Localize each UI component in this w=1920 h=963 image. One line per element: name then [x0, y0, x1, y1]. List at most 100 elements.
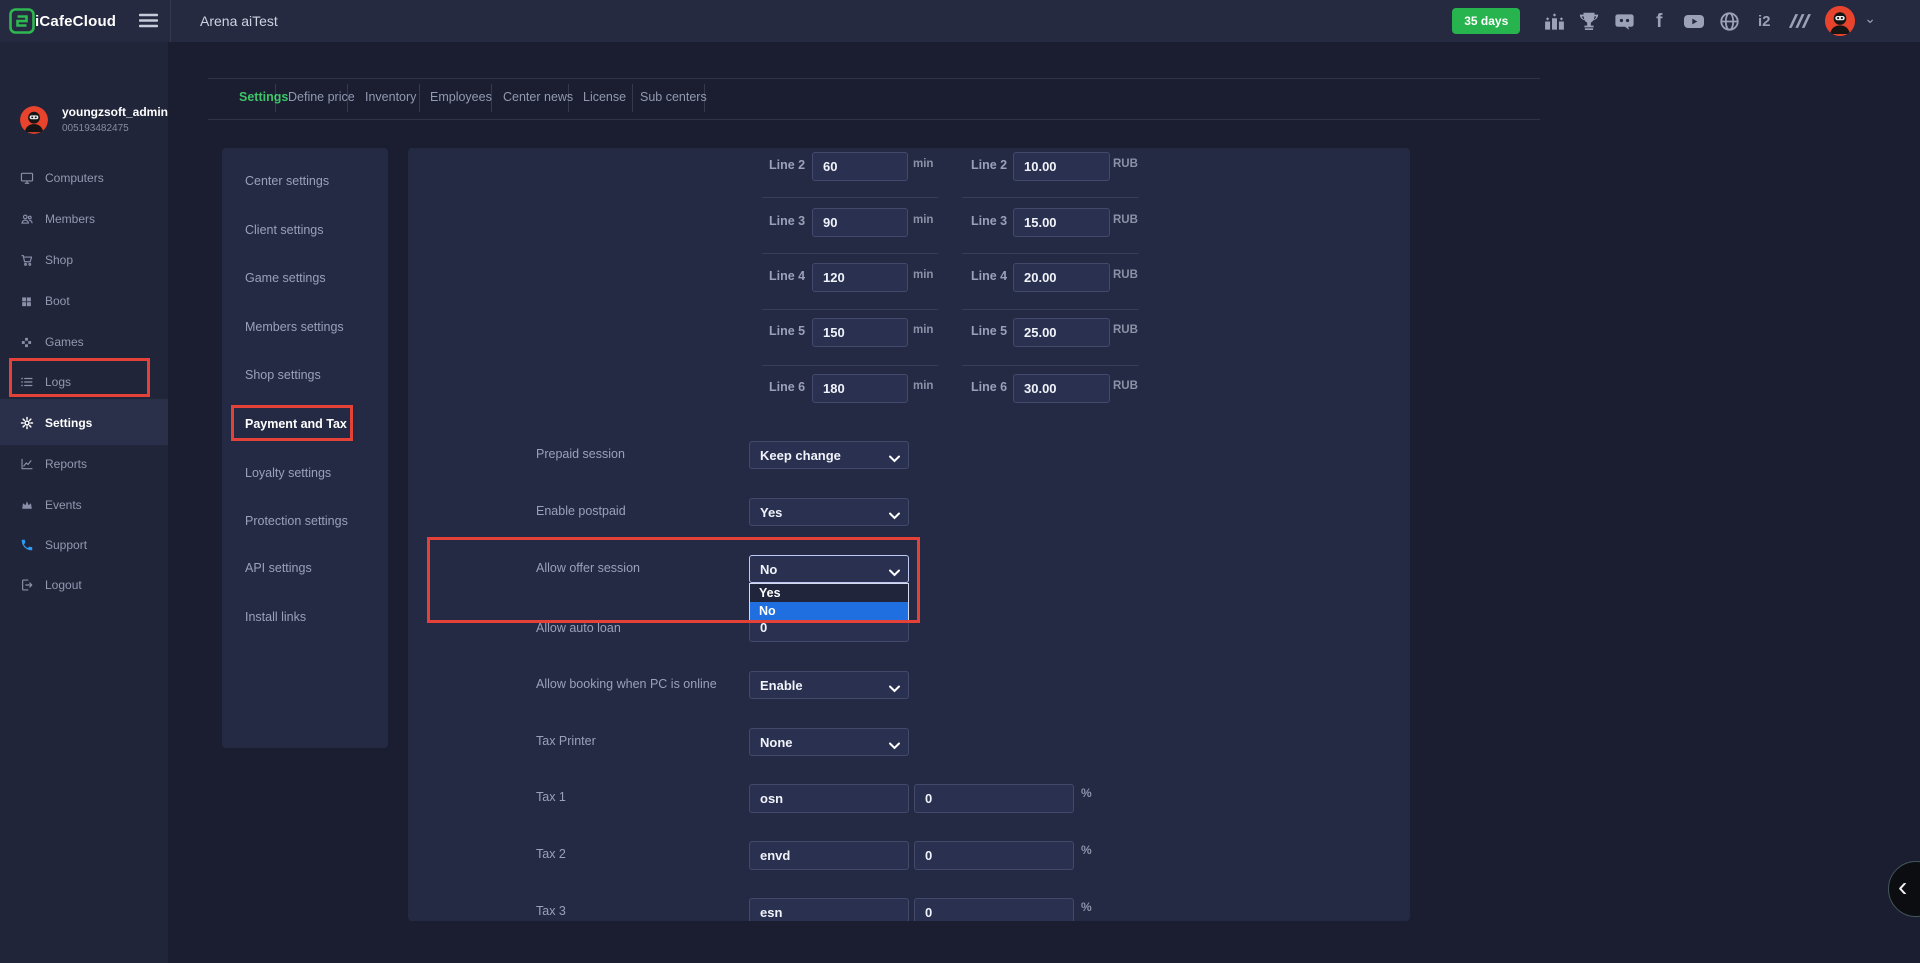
prepaid-session-label: Prepaid session — [536, 447, 625, 461]
brand-logo-icon[interactable] — [9, 8, 35, 39]
line3-price-input[interactable]: 15.00 — [1013, 208, 1110, 237]
chevron-down-icon — [889, 738, 900, 753]
currency-unit: RUB — [1113, 324, 1138, 336]
submenu-client-settings[interactable]: Client settings — [245, 221, 375, 239]
submenu-install-links[interactable]: Install links — [245, 608, 375, 626]
line4-price-input[interactable]: 20.00 — [1013, 263, 1110, 292]
line5-minutes-input[interactable]: 150 — [812, 318, 908, 347]
sidebar-item-computers[interactable]: Computers — [0, 167, 168, 189]
sidebar-user-avatar[interactable] — [20, 106, 48, 134]
chevron-left-icon: ‹ — [1898, 873, 1907, 901]
currency-unit: RUB — [1113, 214, 1138, 226]
topbar-actions: 35 days — [1452, 0, 1876, 42]
sidebar-item-settings[interactable]: Settings — [0, 412, 168, 434]
icafe-icon[interactable]: i2 — [1751, 8, 1777, 34]
prepaid-session-select[interactable]: Keep change — [749, 441, 909, 469]
settings-submenu-panel: Center settings Client settings Game set… — [222, 148, 388, 748]
hamburger-menu-icon[interactable] — [139, 12, 158, 34]
tab-settings[interactable]: Settings — [239, 90, 288, 107]
tab-center-news[interactable]: Center news — [503, 90, 573, 107]
tab-sub-centers[interactable]: Sub centers — [640, 90, 707, 107]
crown-icon — [20, 498, 34, 512]
monitor-icon — [20, 171, 34, 185]
submenu-game-settings[interactable]: Game settings — [245, 269, 375, 287]
allow-booking-select[interactable]: Enable — [749, 671, 909, 699]
tabs-top-border — [208, 78, 1540, 79]
tax1-name-input[interactable]: osn — [749, 784, 909, 813]
tab-divider — [275, 84, 276, 112]
sidebar-user-id: 005193482475 — [62, 123, 129, 134]
tab-divider — [632, 84, 633, 112]
currency-unit: RUB — [1113, 380, 1138, 392]
tab-inventory[interactable]: Inventory — [365, 90, 416, 107]
line-label: Line 4 — [971, 269, 1007, 283]
submenu-api-settings[interactable]: API settings — [245, 559, 375, 577]
line6-minutes-input[interactable]: 180 — [812, 374, 908, 403]
layers-icon[interactable] — [1786, 8, 1812, 34]
tax-printer-select[interactable]: None — [749, 728, 909, 756]
line3-minutes-input[interactable]: 90 — [812, 208, 908, 237]
sidebar-item-support[interactable]: Support — [0, 534, 168, 556]
facebook-icon[interactable]: f — [1646, 8, 1672, 34]
sidebar-username: youngzsoft_admin — [62, 105, 168, 119]
sidebar-item-members[interactable]: Members — [0, 208, 168, 230]
sidebar-item-logs[interactable]: Logs — [0, 371, 168, 393]
option-yes[interactable]: Yes — [750, 584, 908, 602]
tax1-rate-input[interactable]: 0 — [914, 784, 1074, 813]
license-days-badge[interactable]: 35 days — [1452, 8, 1520, 34]
line2-minutes-input[interactable]: 60 — [812, 152, 908, 181]
sidebar-item-reports[interactable]: Reports — [0, 453, 168, 475]
brand-name[interactable]: iCafeCloud — [35, 0, 116, 42]
tab-employees[interactable]: Employees — [430, 90, 492, 107]
line-label: Line 5 — [769, 324, 805, 338]
submenu-center-settings[interactable]: Center settings — [245, 172, 375, 190]
windows-icon — [20, 294, 34, 308]
submenu-payment-and-tax[interactable]: Payment and Tax — [245, 415, 375, 433]
tax3-name-input[interactable]: esn — [749, 898, 909, 921]
sidebar-item-games[interactable]: Games — [0, 331, 168, 353]
sidebar-item-boot[interactable]: Boot — [0, 290, 168, 312]
submenu-members-settings[interactable]: Members settings — [245, 318, 375, 336]
sidebar-item-shop[interactable]: Shop — [0, 249, 168, 271]
enable-postpaid-label: Enable postpaid — [536, 504, 626, 518]
row-separator — [962, 365, 1139, 366]
allow-booking-label: Allow booking when PC is online — [536, 677, 717, 691]
tax3-rate-input[interactable]: 0 — [914, 898, 1074, 921]
line4-minutes-input[interactable]: 120 — [812, 263, 908, 292]
line2-price-input[interactable]: 10.00 — [1013, 152, 1110, 181]
row-separator — [762, 197, 938, 198]
members-icon — [20, 212, 34, 226]
row-separator — [962, 253, 1139, 254]
profile-caret-icon[interactable]: ⌄ — [1864, 11, 1876, 25]
user-avatar[interactable] — [1825, 6, 1855, 36]
allow-offer-session-select[interactable]: No — [749, 555, 909, 583]
sidebar-item-logout[interactable]: Logout — [0, 574, 168, 596]
sidebar-item-events[interactable]: Events — [0, 494, 168, 516]
line6-price-input[interactable]: 30.00 — [1013, 374, 1110, 403]
tax1-label: Tax 1 — [536, 790, 566, 804]
tab-divider — [568, 84, 569, 112]
youtube-icon[interactable] — [1681, 8, 1707, 34]
trophy-icon[interactable] — [1576, 8, 1602, 34]
percent-unit: % — [1081, 900, 1092, 914]
submenu-loyalty-settings[interactable]: Loyalty settings — [245, 464, 375, 482]
line5-price-input[interactable]: 25.00 — [1013, 318, 1110, 347]
ranking-icon[interactable] — [1541, 8, 1567, 34]
tab-divider — [491, 84, 492, 112]
submenu-shop-settings[interactable]: Shop settings — [245, 366, 375, 384]
tab-license[interactable]: License — [583, 90, 626, 107]
tax2-rate-input[interactable]: 0 — [914, 841, 1074, 870]
gear-icon — [20, 416, 34, 430]
panel-collapse-handle[interactable]: ‹ — [1888, 861, 1920, 917]
enable-postpaid-select[interactable]: Yes — [749, 498, 909, 526]
row-separator — [762, 309, 938, 310]
tax2-name-input[interactable]: envd — [749, 841, 909, 870]
line-label: Line 3 — [971, 214, 1007, 228]
submenu-protection-settings[interactable]: Protection settings — [245, 512, 375, 530]
option-no[interactable]: No — [750, 602, 908, 620]
tab-define-price[interactable]: Define price — [288, 90, 355, 107]
list-icon — [20, 375, 34, 389]
sidebar: youngzsoft_admin 005193482475 Computers … — [0, 42, 168, 963]
discord-icon[interactable] — [1611, 8, 1637, 34]
globe-icon[interactable] — [1716, 8, 1742, 34]
